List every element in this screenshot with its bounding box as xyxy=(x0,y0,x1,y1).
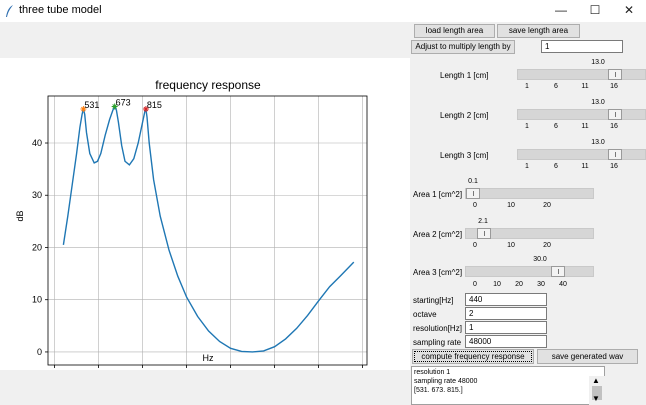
chart-title: frequency response xyxy=(155,78,261,92)
length1-value: 13.0 xyxy=(591,59,605,66)
area3-tick: 0 xyxy=(473,281,477,288)
toolbar-strip xyxy=(0,22,410,58)
area1-tick: 10 xyxy=(507,202,515,209)
save-length-area-button[interactable]: save length area xyxy=(497,24,580,38)
area3-label: Area 3 [cm^2] xyxy=(413,268,463,277)
length1-label: Length 1 [cm] xyxy=(440,71,489,80)
sampling-rate-label: sampling rate xyxy=(413,338,462,347)
area2-slider[interactable] xyxy=(465,228,594,239)
peak-markers: 531 673 815 xyxy=(80,97,162,113)
length1-slider-thumb[interactable] xyxy=(608,69,623,80)
area1-tick: 0 xyxy=(473,202,477,209)
area1-tick: 20 xyxy=(543,202,551,209)
area3-tick: 20 xyxy=(515,281,523,288)
length2-tick: 11 xyxy=(581,123,589,130)
output-line: [531. 673. 815.] xyxy=(414,387,463,394)
area1-value: 0.1 xyxy=(468,178,478,185)
length3-tick: 16 xyxy=(610,163,618,170)
area3-slider-thumb[interactable] xyxy=(550,266,565,277)
length2-slider-thumb[interactable] xyxy=(608,109,623,120)
scroll-down-icon[interactable]: ▼ xyxy=(592,394,600,403)
y-axis-label: dB xyxy=(15,210,25,221)
peak-label: 815 xyxy=(147,100,162,110)
compute-frequency-response-button[interactable]: compute frequency response xyxy=(412,349,534,364)
length2-tick: 16 xyxy=(610,123,618,130)
area2-slider-thumb[interactable] xyxy=(477,228,492,239)
output-scrollbar[interactable]: ▲ ▼ xyxy=(589,376,605,405)
axis-ticks: 40060080010001200140016001800010203040 xyxy=(32,138,373,380)
plot-frame xyxy=(47,95,368,366)
output-line: sampling rate 48000 xyxy=(414,378,478,385)
length1-tick: 6 xyxy=(554,83,558,90)
y-tick-label: 0 xyxy=(37,347,42,357)
plot-area: 40060080010001200140016001800010203040 5… xyxy=(0,58,410,380)
area3-tick: 10 xyxy=(493,281,501,288)
area3-value: 30.0 xyxy=(533,256,547,263)
close-button[interactable]: ✕ xyxy=(612,0,646,22)
length3-tick: 11 xyxy=(581,163,589,170)
length3-slider-thumb[interactable] xyxy=(608,149,623,160)
length3-slider[interactable] xyxy=(517,149,646,160)
length1-tick: 11 xyxy=(581,83,589,90)
length2-tick: 1 xyxy=(525,123,529,130)
resolution-input[interactable]: 1 xyxy=(465,321,547,334)
window-title: three tube model xyxy=(19,4,102,16)
peak-label: 673 xyxy=(116,97,131,107)
grid xyxy=(48,96,367,365)
title-bar: three tube model — ☐ ✕ xyxy=(0,0,646,22)
bottom-strip xyxy=(0,370,410,405)
sampling-rate-input[interactable]: 48000 xyxy=(465,335,547,348)
adjust-multiply-button[interactable]: Adjust to multiply length by xyxy=(411,40,515,54)
y-tick-label: 10 xyxy=(32,295,42,305)
length1-tick: 16 xyxy=(610,83,618,90)
minimize-button[interactable]: — xyxy=(544,0,578,22)
area2-tick: 20 xyxy=(543,242,551,249)
load-length-area-button[interactable]: load length area xyxy=(414,24,495,38)
length1-tick: 1 xyxy=(525,83,529,90)
length2-tick: 6 xyxy=(554,123,558,130)
y-tick-label: 20 xyxy=(32,242,42,252)
multiply-factor-input[interactable]: 1 xyxy=(541,40,623,53)
length2-value: 13.0 xyxy=(591,99,605,106)
area1-slider[interactable] xyxy=(465,188,594,199)
scroll-up-icon[interactable]: ▲ xyxy=(592,376,600,385)
area2-value: 2.1 xyxy=(478,218,488,225)
x-axis-label: Hz xyxy=(203,353,214,363)
area1-label: Area 1 [cm^2] xyxy=(413,190,463,199)
length1-slider[interactable] xyxy=(517,69,646,80)
octave-input[interactable]: 2 xyxy=(465,307,547,320)
area1-slider-thumb[interactable] xyxy=(466,188,480,199)
area3-tick: 40 xyxy=(559,281,567,288)
y-tick-label: 30 xyxy=(32,190,42,200)
frequency-response-chart: 40060080010001200140016001800010203040 5… xyxy=(15,78,373,380)
length2-slider[interactable] xyxy=(517,109,646,120)
resolution-label: resolution[Hz] xyxy=(413,324,462,333)
output-line: resolution 1 xyxy=(414,369,451,376)
area3-slider[interactable] xyxy=(465,266,594,277)
octave-label: octave xyxy=(413,310,437,319)
starting-hz-label: starting[Hz] xyxy=(413,296,454,305)
y-tick-label: 40 xyxy=(32,138,42,148)
length3-label: Length 3 [cm] xyxy=(440,151,489,160)
starting-hz-input[interactable]: 440 xyxy=(465,293,547,306)
maximize-button[interactable]: ☐ xyxy=(578,0,612,22)
length3-value: 13.0 xyxy=(591,139,605,146)
peak-label: 531 xyxy=(84,100,99,110)
area2-tick: 0 xyxy=(473,242,477,249)
area2-tick: 10 xyxy=(507,242,515,249)
area2-label: Area 2 [cm^2] xyxy=(413,230,463,239)
length2-label: Length 2 [cm] xyxy=(440,111,489,120)
output-textbox[interactable]: resolution 1 sampling rate 48000 [531. 6… xyxy=(411,366,605,405)
area3-tick: 30 xyxy=(537,281,545,288)
feather-icon xyxy=(6,5,13,17)
length3-tick: 6 xyxy=(554,163,558,170)
length3-tick: 1 xyxy=(525,163,529,170)
save-generated-wav-button[interactable]: save generated wav xyxy=(537,349,638,364)
